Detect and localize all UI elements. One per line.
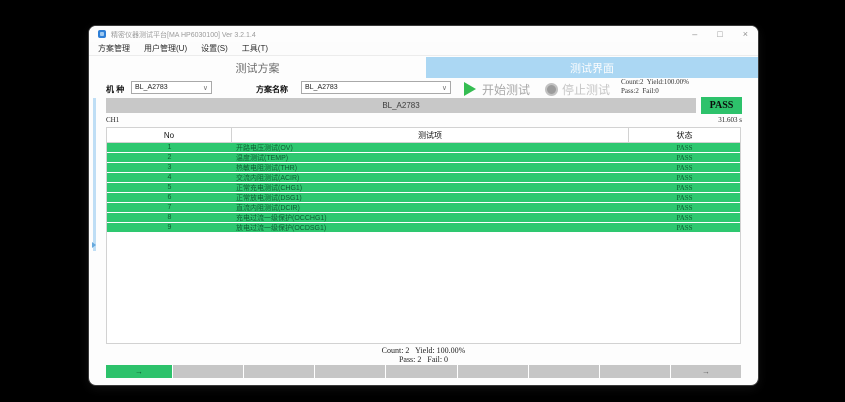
plan-select-value: BL_A2783 <box>305 84 338 91</box>
row-no: 8 <box>107 213 232 222</box>
row-no: 3 <box>107 163 232 172</box>
table-row[interactable]: 3 热敏电阻测试(THR) PASS <box>107 163 740 173</box>
progress-segment <box>386 365 456 378</box>
table-row[interactable]: 4 交流内阻测试(ACIR) PASS <box>107 173 740 183</box>
row-item: 正常充电测试(CHG1) <box>232 183 629 192</box>
arrow-right-icon: → <box>135 367 143 377</box>
side-panel-splitter[interactable] <box>93 98 96 251</box>
maximize-icon[interactable]: □ <box>717 28 722 40</box>
row-status: PASS <box>629 143 740 152</box>
row-no: 5 <box>107 183 232 192</box>
progress-segment <box>458 365 528 378</box>
channel-progress-bar: → → <box>106 365 741 378</box>
chevron-down-icon: ∨ <box>203 84 208 92</box>
stop-test-icon[interactable] <box>545 83 558 96</box>
tab-test-interface[interactable]: 测试界面 <box>426 57 758 78</box>
progress-segment <box>600 365 670 378</box>
progress-segment <box>315 365 385 378</box>
row-status: PASS <box>629 183 740 192</box>
row-item: 正常放电测试(DSG1) <box>232 193 629 202</box>
row-no: 6 <box>107 193 232 202</box>
arrow-right-icon: → <box>702 367 710 377</box>
minimize-icon[interactable]: – <box>692 28 697 40</box>
menu-settings[interactable]: 设置(S) <box>201 43 228 54</box>
progress-segment-last: → <box>671 365 741 378</box>
footer-pass-fail: Pass: 2 Fail: 0 <box>399 355 448 364</box>
app-icon <box>98 30 106 38</box>
progress-segment <box>244 365 314 378</box>
column-header-item: 测试项 <box>232 128 629 142</box>
row-item: 热敏电阻测试(THR) <box>232 163 629 172</box>
result-badge: PASS <box>701 97 742 114</box>
channel-label: CH1 <box>106 116 119 124</box>
table-row[interactable]: 7 直流内阻测试(DCIR) PASS <box>107 203 740 213</box>
row-item: 直流内阻测试(DCIR) <box>232 203 629 212</box>
table-row[interactable]: 1 开路电压测试(OV) PASS <box>107 143 740 153</box>
menu-tools[interactable]: 工具(T) <box>242 43 268 54</box>
row-item: 充电过流一级保护(OCCHG1) <box>232 213 629 222</box>
row-status: PASS <box>629 173 740 182</box>
elapsed-time: 31.603 s <box>718 116 742 124</box>
column-header-no: No <box>107 128 232 142</box>
current-model-label: BL_A2783 <box>382 101 419 110</box>
row-item: 开路电压测试(OV) <box>232 143 629 152</box>
plan-name-label: 方案名称 <box>256 84 288 95</box>
model-select-value: BL_A2783 <box>135 84 168 91</box>
tab-test-plan[interactable]: 测试方案 <box>89 57 426 78</box>
row-no: 7 <box>107 203 232 212</box>
table-row[interactable]: 5 正常充电测试(CHG1) PASS <box>107 183 740 193</box>
stats-count-yield: Count:2 Yield:100.00% <box>621 78 689 86</box>
row-no: 4 <box>107 173 232 182</box>
menu-bar: 方案管理 用户管理(U) 设置(S) 工具(T) <box>89 42 758 56</box>
row-item: 放电过流一级保护(OCDSG1) <box>232 223 629 232</box>
start-test-button[interactable]: 开始测试 <box>482 81 530 98</box>
table-row[interactable]: 8 充电过流一级保护(OCCHG1) PASS <box>107 213 740 223</box>
footer-count-yield: Count: 2 Yield: 100.00% <box>382 346 466 355</box>
row-no: 1 <box>107 143 232 152</box>
row-no: 9 <box>107 223 232 232</box>
model-select[interactable]: BL_A2783 ∨ <box>131 81 212 94</box>
row-item: 交流内阻测试(ACIR) <box>232 173 629 182</box>
footer-statistics: Count: 2 Yield: 100.00%Pass: 2 Fail: 0 <box>106 346 741 364</box>
stats-pass-fail: Pass:2 Fail:0 <box>621 87 659 95</box>
row-no: 2 <box>107 153 232 162</box>
progress-segment <box>529 365 599 378</box>
table-row[interactable]: 2 温度测试(TEMP) PASS <box>107 153 740 163</box>
menu-plan-management[interactable]: 方案管理 <box>98 43 130 54</box>
tab-bar: 测试方案 测试界面 <box>89 57 758 78</box>
splitter-expand-icon[interactable] <box>92 242 96 248</box>
close-icon[interactable]: × <box>743 28 748 40</box>
window-title: 精密仪器测试平台[MA HP6030100] Ver 3.2.1.4 <box>111 30 256 40</box>
toolbar: 机 种 BL_A2783 ∨ 方案名称 BL_A2783 ∨ 开始测试 停止测试… <box>89 78 758 100</box>
row-status: PASS <box>629 163 740 172</box>
chevron-down-icon: ∨ <box>442 84 447 92</box>
run-statistics: Count:2 Yield:100.00%Pass:2 Fail:0 <box>621 78 689 96</box>
current-model-bar: BL_A2783 <box>106 98 696 113</box>
model-label: 机 种 <box>106 84 124 95</box>
progress-segment-active: → <box>106 365 172 378</box>
plan-select[interactable]: BL_A2783 ∨ <box>301 81 451 94</box>
test-results-table: No 测试项 状态 1 开路电压测试(OV) PASS 2 温度测试(TEMP)… <box>106 127 741 344</box>
row-status: PASS <box>629 203 740 212</box>
table-header-row: No 测试项 状态 <box>107 128 740 143</box>
row-status: PASS <box>629 193 740 202</box>
title-bar: 精密仪器测试平台[MA HP6030100] Ver 3.2.1.4 – □ × <box>89 26 758 42</box>
table-row[interactable]: 6 正常放电测试(DSG1) PASS <box>107 193 740 203</box>
row-status: PASS <box>629 153 740 162</box>
column-header-status: 状态 <box>629 128 740 142</box>
stop-test-button[interactable]: 停止测试 <box>562 81 610 98</box>
row-status: PASS <box>629 223 740 232</box>
table-row[interactable]: 9 放电过流一级保护(OCDSG1) PASS <box>107 223 740 233</box>
app-window: 精密仪器测试平台[MA HP6030100] Ver 3.2.1.4 – □ ×… <box>88 25 759 386</box>
row-item: 温度测试(TEMP) <box>232 153 629 162</box>
progress-segment <box>173 365 243 378</box>
row-status: PASS <box>629 213 740 222</box>
window-controls: – □ × <box>692 28 748 40</box>
start-test-icon[interactable] <box>464 82 476 96</box>
menu-user-management[interactable]: 用户管理(U) <box>144 43 187 54</box>
